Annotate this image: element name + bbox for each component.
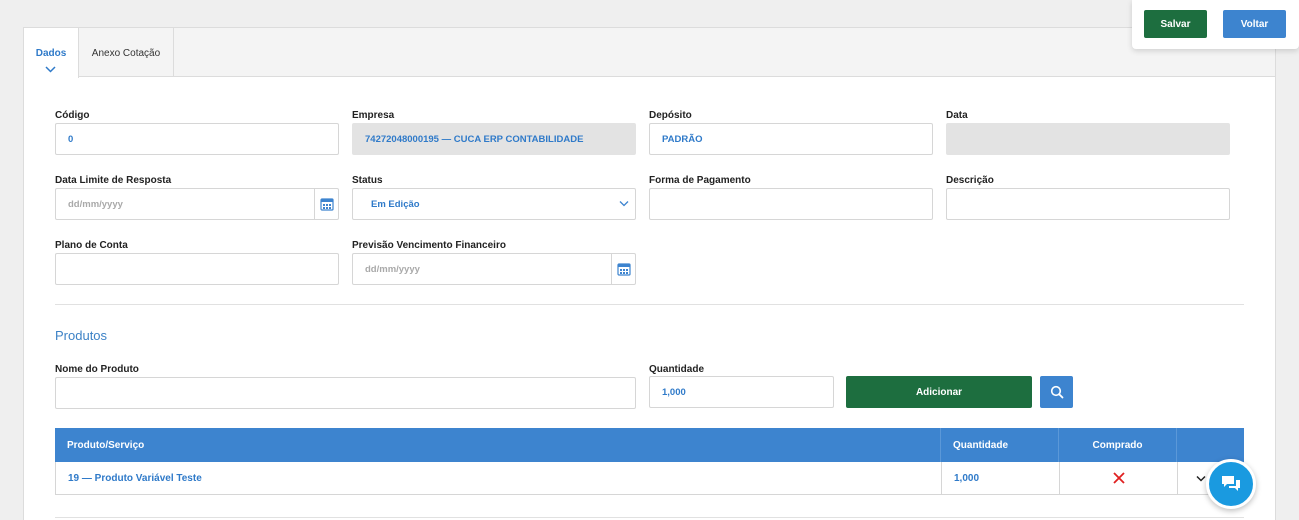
tab-dados[interactable]: Dados	[24, 28, 79, 78]
chevron-down-icon	[45, 66, 56, 73]
tab-dados-label: Dados	[35, 48, 67, 59]
data-label: Data	[946, 110, 968, 121]
plano-conta-label: Plano de Conta	[55, 240, 128, 251]
section-title-produtos: Produtos	[55, 328, 108, 343]
forma-pagamento-label: Forma de Pagamento	[649, 175, 751, 186]
cell-comprado	[1060, 462, 1178, 494]
products-table: Produto/Serviço Quantidade Comprado 19 —…	[55, 428, 1244, 495]
cell-produto: 19 — Produto Variável Teste	[56, 462, 942, 494]
status-value: Em Edição	[371, 199, 420, 210]
descricao-label: Descrição	[946, 175, 994, 186]
header-produto: Produto/Serviço	[55, 428, 941, 462]
divider	[55, 517, 1244, 518]
close-icon	[1112, 472, 1125, 484]
codigo-label: Código	[55, 110, 90, 121]
quantidade-input[interactable]: 1,000	[649, 376, 834, 408]
descricao-field[interactable]	[946, 188, 1230, 220]
data-limite-placeholder: dd/mm/yyyy	[68, 199, 123, 210]
chevron-down-icon[interactable]	[1196, 475, 1206, 482]
plano-conta-field[interactable]	[55, 253, 339, 285]
nome-produto-input[interactable]	[55, 377, 636, 409]
data-limite-input[interactable]: dd/mm/yyyy	[55, 188, 339, 220]
tab-anexo-cotacao[interactable]: Anexo Cotação	[79, 28, 174, 77]
divider	[55, 304, 1244, 305]
nome-produto-label: Nome do Produto	[55, 364, 139, 375]
table-row[interactable]: 19 — Produto Variável Teste 1,000	[55, 462, 1244, 495]
tab-anexo-label: Anexo Cotação	[91, 48, 161, 59]
tab-bar: Dados Anexo Cotação	[24, 28, 1275, 78]
deposito-field[interactable]: PADRÃO	[649, 123, 933, 155]
cell-quantidade: 1,000	[942, 462, 1060, 494]
empresa-label: Empresa	[352, 110, 395, 121]
status-label: Status	[352, 175, 383, 186]
deposito-label: Depósito	[649, 110, 692, 121]
quantidade-label: Quantidade	[649, 364, 705, 375]
back-button[interactable]: Voltar	[1223, 10, 1286, 38]
previsao-input[interactable]: dd/mm/yyyy	[352, 253, 636, 285]
search-button[interactable]	[1040, 376, 1073, 408]
status-select[interactable]: Em Edição	[352, 188, 636, 220]
previsao-label: Previsão Vencimento Financeiro	[352, 240, 506, 251]
header-quantidade: Quantidade	[941, 428, 1059, 462]
search-icon	[1050, 385, 1063, 399]
empresa-field: 74272048000195 — CUCA ERP CONTABILIDADE	[352, 123, 636, 155]
header-actions	[1177, 428, 1244, 462]
action-bar: Salvar Voltar	[1132, 0, 1299, 49]
forma-pagamento-field[interactable]	[649, 188, 933, 220]
calendar-icon[interactable]	[611, 254, 635, 284]
calendar-icon[interactable]	[314, 189, 338, 219]
codigo-field[interactable]: 0	[55, 123, 339, 155]
chat-button[interactable]	[1206, 459, 1256, 509]
adicionar-button[interactable]: Adicionar	[846, 376, 1032, 408]
chevron-down-icon	[619, 201, 629, 207]
table-header: Produto/Serviço Quantidade Comprado	[55, 428, 1244, 462]
chat-icon	[1222, 476, 1240, 491]
data-limite-label: Data Limite de Resposta	[55, 175, 172, 186]
previsao-placeholder: dd/mm/yyyy	[365, 264, 420, 275]
form-card: Dados Anexo Cotação Código 0 Empresa 742…	[23, 27, 1276, 520]
save-button[interactable]: Salvar	[1144, 10, 1207, 38]
data-field	[946, 123, 1230, 155]
header-comprado: Comprado	[1059, 428, 1177, 462]
